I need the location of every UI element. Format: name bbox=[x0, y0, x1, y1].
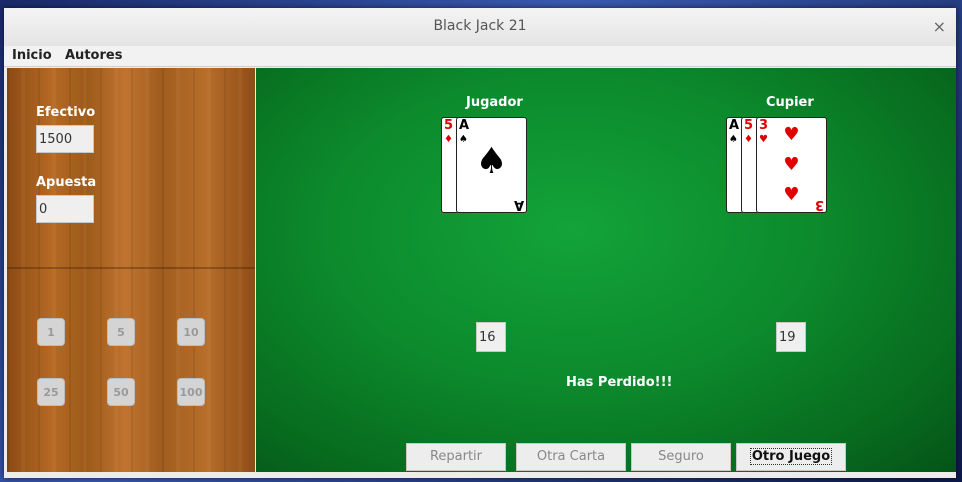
close-icon[interactable]: × bbox=[933, 17, 946, 36]
spade-icon: ♠ bbox=[475, 141, 508, 182]
game-table bbox=[256, 68, 956, 472]
cash-label: Efectivo bbox=[36, 105, 96, 120]
window-title: Black Jack 21 bbox=[433, 18, 527, 34]
new-game-label: Otro Juego bbox=[749, 448, 833, 465]
player-score: 16 bbox=[476, 322, 506, 352]
chip-10-button[interactable]: 10 bbox=[177, 318, 205, 346]
spade-icon: ♠ bbox=[729, 134, 738, 145]
chip-25-button[interactable]: 25 bbox=[37, 378, 65, 406]
title-bar[interactable]: Black Jack 21 × bbox=[4, 8, 956, 47]
result-message: Has Perdido!!! bbox=[566, 375, 673, 390]
chip-50-button[interactable]: 50 bbox=[107, 378, 135, 406]
card-rank: 5 bbox=[444, 118, 454, 133]
app-window: Black Jack 21 × Inicio Autores Efectivo … bbox=[4, 8, 956, 478]
new-game-button[interactable]: Otro Juego bbox=[736, 443, 846, 471]
insurance-button[interactable]: Seguro bbox=[631, 443, 731, 471]
panel-divider bbox=[7, 267, 255, 269]
player-card-2: A ♠ ♠ A bbox=[456, 117, 527, 213]
heart-icon: ♥ bbox=[783, 154, 800, 175]
card-rank: A bbox=[459, 118, 470, 133]
card-rank: A bbox=[513, 197, 524, 212]
card-rank: A bbox=[729, 118, 740, 133]
heart-icon: ♥ bbox=[783, 124, 800, 145]
card-rank: 3 bbox=[814, 197, 824, 212]
dealer-score: 19 bbox=[776, 322, 806, 352]
player-label: Jugador bbox=[466, 95, 523, 110]
deal-button[interactable]: Repartir bbox=[406, 443, 506, 471]
dealer-label: Cupier bbox=[766, 95, 814, 110]
menu-bar: Inicio Autores bbox=[4, 46, 956, 67]
hit-button[interactable]: Otra Carta bbox=[516, 443, 626, 471]
cash-field[interactable]: 1500 bbox=[36, 125, 94, 153]
diamond-icon: ♦ bbox=[444, 134, 453, 145]
bet-label: Apuesta bbox=[36, 175, 97, 190]
dealer-card-3: 3 ♥ ♥ ♥ ♥ 3 bbox=[756, 117, 827, 213]
bet-field[interactable]: 0 bbox=[36, 195, 94, 223]
menu-inicio[interactable]: Inicio bbox=[12, 48, 52, 63]
chip-1-button[interactable]: 1 bbox=[37, 318, 65, 346]
card-rank: 5 bbox=[744, 118, 754, 133]
chip-100-button[interactable]: 100 bbox=[177, 378, 205, 406]
diamond-icon: ♦ bbox=[744, 134, 753, 145]
menu-autores[interactable]: Autores bbox=[65, 48, 122, 63]
chip-5-button[interactable]: 5 bbox=[107, 318, 135, 346]
